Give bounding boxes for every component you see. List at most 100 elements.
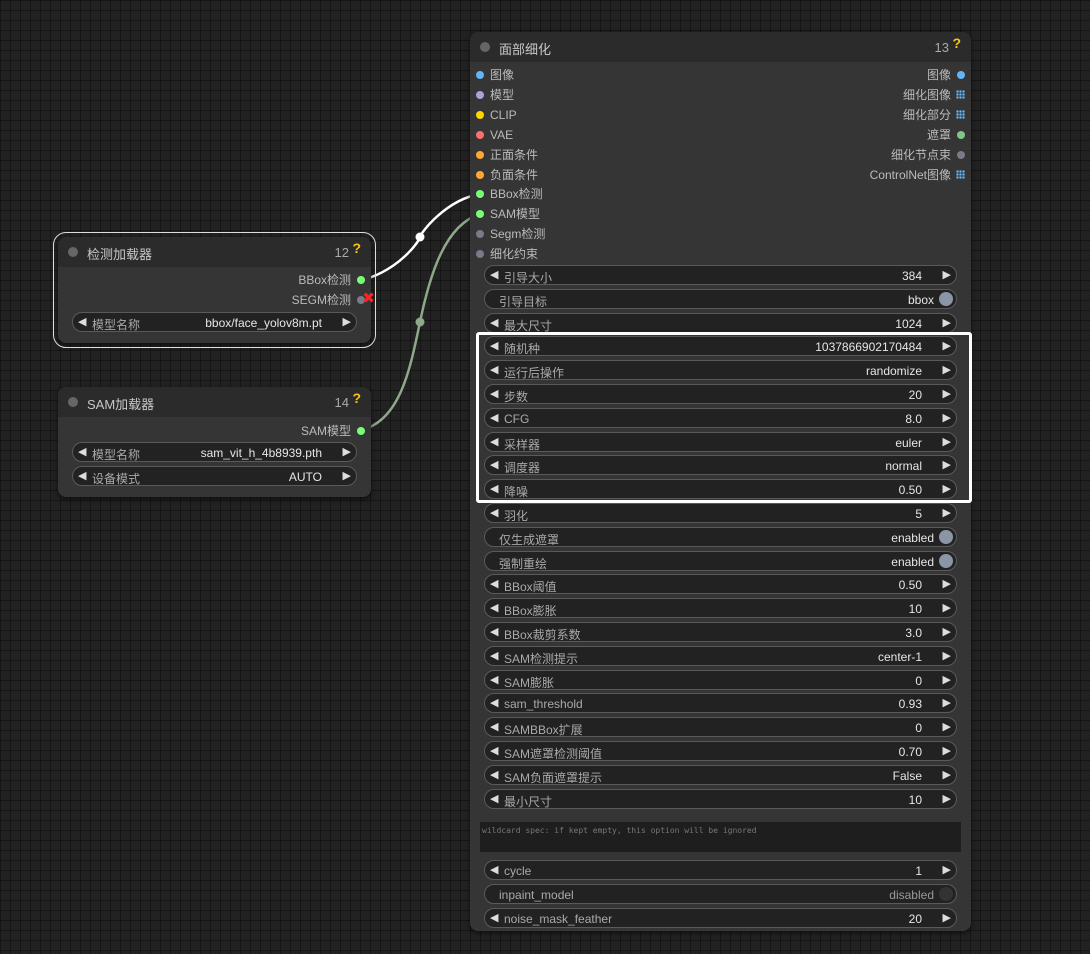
widget-device-mode[interactable]: ◀ 设备模式 AUTO ▶ <box>72 466 357 486</box>
widget-row[interactable]: ◀ 采样器 euler ▶ <box>484 431 957 452</box>
widget-row[interactable]: ◀ 随机种 1037866902170484 ▶ <box>484 336 957 357</box>
decrement-arrow-icon[interactable]: ◀ <box>490 768 498 781</box>
increment-arrow-icon[interactable]: ▶ <box>943 363 951 376</box>
decrement-arrow-icon[interactable]: ◀ <box>490 316 498 329</box>
slot-dot-icon[interactable] <box>476 230 484 238</box>
widget-model-name[interactable]: ◀ 模型名称 bbox/face_yolov8m.pt ▶ <box>72 312 357 332</box>
decrement-arrow-icon[interactable]: ◀ <box>490 435 498 448</box>
decrement-arrow-icon[interactable]: ◀ <box>78 445 86 458</box>
widget-row[interactable]: ◀ BBox裁剪系数 3.0 ▶ <box>484 622 957 642</box>
increment-arrow-icon[interactable]: ▶ <box>943 696 951 709</box>
decrement-arrow-icon[interactable]: ◀ <box>490 363 498 376</box>
increment-arrow-icon[interactable]: ▶ <box>943 768 951 781</box>
increment-arrow-icon[interactable]: ▶ <box>943 792 951 805</box>
decrement-arrow-icon[interactable]: ◀ <box>490 387 498 400</box>
decrement-arrow-icon[interactable]: ◀ <box>490 744 498 757</box>
widget-row[interactable]: ◀ SAMBBox扩展 0 ▶ <box>484 717 957 738</box>
widget-row[interactable]: ◀ SAM遮罩检测阈值 0.70 ▶ <box>484 741 957 761</box>
slot-dot-icon[interactable] <box>476 250 484 258</box>
increment-arrow-icon[interactable]: ▶ <box>343 315 351 328</box>
decrement-arrow-icon[interactable]: ◀ <box>78 315 86 328</box>
decrement-arrow-icon[interactable]: ◀ <box>490 339 498 352</box>
increment-arrow-icon[interactable]: ▶ <box>943 482 951 495</box>
increment-arrow-icon[interactable]: ▶ <box>943 911 951 924</box>
decrement-arrow-icon[interactable]: ◀ <box>78 469 86 482</box>
slot-dot-icon[interactable] <box>476 71 484 79</box>
increment-arrow-icon[interactable]: ▶ <box>943 625 951 638</box>
increment-arrow-icon[interactable]: ▶ <box>943 720 951 733</box>
node-title-bar[interactable]: 检测加载器 12 ? <box>58 237 371 267</box>
increment-arrow-icon[interactable]: ▶ <box>943 339 951 352</box>
widget-row[interactable]: ◀ 引导大小 384 ▶ <box>484 265 957 285</box>
widget-row[interactable]: ◀ 调度器 normal ▶ <box>484 455 957 476</box>
list-slot-icon[interactable] <box>956 110 965 119</box>
decrement-arrow-icon[interactable]: ◀ <box>490 482 498 495</box>
slot-dot-icon[interactable] <box>957 131 965 139</box>
decrement-arrow-icon[interactable]: ◀ <box>490 577 498 590</box>
decrement-arrow-icon[interactable]: ◀ <box>490 696 498 709</box>
collapse-dot-icon[interactable] <box>68 247 78 257</box>
widget-row[interactable]: inpaint_model disabled <box>484 884 957 904</box>
sam-loader-node[interactable]: SAM加载器 14 ? SAM模型 ◀ 模型名称 sam_vit_h_4b893… <box>58 387 371 497</box>
decrement-arrow-icon[interactable]: ◀ <box>490 673 498 686</box>
increment-arrow-icon[interactable]: ▶ <box>943 316 951 329</box>
widget-model-name[interactable]: ◀ 模型名称 sam_vit_h_4b8939.pth ▶ <box>72 442 357 462</box>
widget-row[interactable]: ◀ 最小尺寸 10 ▶ <box>484 788 957 809</box>
sam-link-midpoint[interactable] <box>415 317 425 327</box>
detector-loader-node[interactable]: 检测加载器 12 ? BBox检测 SEGM检测 ✖ ◀ 模型名称 bbox/f… <box>53 232 376 348</box>
decrement-arrow-icon[interactable]: ◀ <box>490 649 498 662</box>
increment-arrow-icon[interactable]: ▶ <box>943 649 951 662</box>
slot-dot-icon[interactable] <box>957 71 965 79</box>
slot-dot-icon[interactable] <box>476 151 484 159</box>
increment-arrow-icon[interactable]: ▶ <box>943 435 951 448</box>
collapse-dot-icon[interactable] <box>68 397 78 407</box>
bbox-link[interactable] <box>361 192 481 282</box>
decrement-arrow-icon[interactable]: ◀ <box>490 268 498 281</box>
slot-dot-icon[interactable] <box>476 171 484 179</box>
increment-arrow-icon[interactable]: ▶ <box>943 744 951 757</box>
increment-arrow-icon[interactable]: ▶ <box>343 445 351 458</box>
decrement-arrow-icon[interactable]: ◀ <box>490 458 498 471</box>
face-detailer-node[interactable]: 面部细化 13 ? 图像 模型 CLIP VAE 正面条件 负面条件 BBox检… <box>470 32 971 931</box>
increment-arrow-icon[interactable]: ▶ <box>943 506 951 519</box>
slot-dot-icon[interactable] <box>476 131 484 139</box>
slot-dot-icon[interactable] <box>476 111 484 119</box>
slot-dot-icon[interactable] <box>476 91 484 99</box>
increment-arrow-icon[interactable]: ▶ <box>343 469 351 482</box>
toggle-knob-icon[interactable] <box>939 887 953 901</box>
widget-row[interactable]: ◀ SAM检测提示 center-1 ▶ <box>484 645 957 666</box>
widget-row[interactable]: ◀ 羽化 5 ▶ <box>484 503 957 523</box>
slot-dot-icon[interactable] <box>957 151 965 159</box>
slot-dot-icon[interactable] <box>357 427 365 435</box>
widget-row[interactable]: 强制重绘 enabled <box>484 550 957 571</box>
increment-arrow-icon[interactable]: ▶ <box>943 577 951 590</box>
widget-row[interactable]: ◀ cycle 1 ▶ <box>484 860 957 880</box>
decrement-arrow-icon[interactable]: ◀ <box>490 911 498 924</box>
list-slot-icon[interactable] <box>956 90 965 99</box>
list-slot-icon[interactable] <box>956 170 965 179</box>
decrement-arrow-icon[interactable]: ◀ <box>490 720 498 733</box>
increment-arrow-icon[interactable]: ▶ <box>943 268 951 281</box>
increment-arrow-icon[interactable]: ▶ <box>943 863 951 876</box>
decrement-arrow-icon[interactable]: ◀ <box>490 863 498 876</box>
widget-row[interactable]: ◀ noise_mask_feather 20 ▶ <box>484 908 957 928</box>
decrement-arrow-icon[interactable]: ◀ <box>490 411 498 424</box>
toggle-knob-icon[interactable] <box>939 291 953 306</box>
slot-dot-icon[interactable] <box>476 210 484 218</box>
widget-row[interactable]: ◀ sam_threshold 0.93 ▶ <box>484 693 957 714</box>
widget-row[interactable]: ◀ SAM膨胀 0 ▶ <box>484 669 957 690</box>
widget-row[interactable]: 仅生成遮罩 enabled <box>484 526 957 547</box>
node-title-bar[interactable]: SAM加载器 14 ? <box>58 387 371 417</box>
widget-row[interactable]: ◀ 运行后操作 randomize ▶ <box>484 360 957 381</box>
decrement-arrow-icon[interactable]: ◀ <box>490 506 498 519</box>
increment-arrow-icon[interactable]: ▶ <box>943 387 951 400</box>
widget-row[interactable]: ◀ 最大尺寸 1024 ▶ <box>484 312 957 333</box>
increment-arrow-icon[interactable]: ▶ <box>943 458 951 471</box>
widget-row[interactable]: ◀ 降噪 0.50 ▶ <box>484 479 957 500</box>
help-icon[interactable]: ? <box>352 390 361 406</box>
toggle-knob-icon[interactable] <box>939 553 953 568</box>
decrement-arrow-icon[interactable]: ◀ <box>490 625 498 638</box>
widget-row[interactable]: ◀ BBox阈值 0.50 ▶ <box>484 574 957 595</box>
slot-dot-icon[interactable] <box>476 190 484 198</box>
increment-arrow-icon[interactable]: ▶ <box>943 601 951 614</box>
